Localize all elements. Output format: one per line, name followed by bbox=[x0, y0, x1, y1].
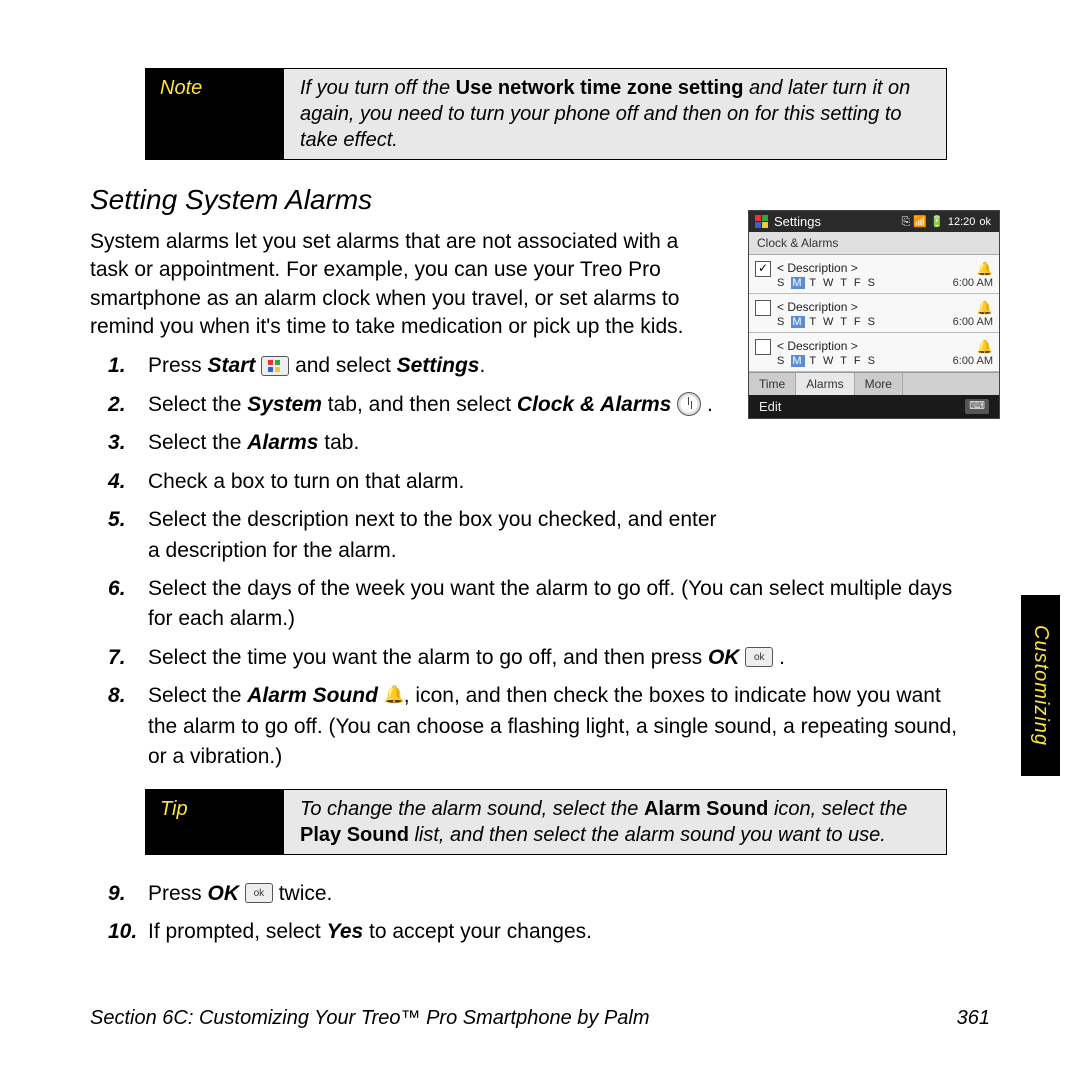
bell-icon[interactable]: 🔔 bbox=[977, 261, 993, 276]
page-number: 361 bbox=[957, 1007, 990, 1030]
note-callout: Note If you turn off the Use network tim… bbox=[145, 68, 947, 160]
alarm-days[interactable]: S M T W T F S bbox=[777, 316, 939, 328]
shot-ok[interactable]: ok bbox=[979, 216, 991, 228]
step-9: Press OK twice. bbox=[148, 879, 960, 909]
shot-subtitle: Clock & Alarms bbox=[749, 232, 999, 255]
step-6: Select the days of the week you want the… bbox=[148, 574, 960, 635]
shot-titlebar: Settings ⎘ 📶 🔋 12:20 ok bbox=[749, 211, 999, 232]
alarm-desc[interactable]: < Description > bbox=[777, 300, 939, 314]
alarm-checkbox[interactable] bbox=[755, 339, 771, 355]
alarm-time[interactable]: 6:00 AM bbox=[953, 316, 993, 328]
alarm-time[interactable]: 6:00 AM bbox=[953, 355, 993, 367]
shot-tabs: Time Alarms More bbox=[749, 372, 999, 395]
start-flag-icon bbox=[755, 215, 769, 229]
chapter-side-tab: Customizing bbox=[1021, 595, 1060, 776]
status-icons: ⎘ 📶 🔋 bbox=[902, 215, 944, 229]
alarm-sound-icon bbox=[384, 686, 404, 706]
step-8: Select the Alarm Sound , icon, and then … bbox=[148, 681, 960, 772]
alarm-checkbox[interactable]: ✓ bbox=[755, 261, 771, 277]
alarm-checkbox[interactable] bbox=[755, 300, 771, 316]
step-5: Select the description next to the box y… bbox=[148, 505, 718, 566]
footer-section: Section 6C: Customizing Your Treo™ Pro S… bbox=[90, 1007, 650, 1030]
device-screenshot: Settings ⎘ 📶 🔋 12:20 ok Clock & Alarms ✓… bbox=[748, 210, 1000, 419]
alarm-row[interactable]: ✓ < Description > S M T W T F S 🔔6:00 AM bbox=[749, 255, 999, 294]
step-3: Select the Alarms tab. bbox=[148, 428, 718, 458]
tip-body: To change the alarm sound, select the Al… bbox=[284, 790, 946, 854]
bell-icon[interactable]: 🔔 bbox=[977, 300, 993, 315]
alarm-desc[interactable]: < Description > bbox=[777, 339, 939, 353]
tab-time[interactable]: Time bbox=[749, 373, 796, 395]
tip-callout: Tip To change the alarm sound, select th… bbox=[145, 789, 947, 855]
alarm-time[interactable]: 6:00 AM bbox=[953, 277, 993, 289]
alarm-days[interactable]: S M T W T F S bbox=[777, 277, 939, 289]
tab-more[interactable]: More bbox=[855, 373, 903, 395]
alarm-days[interactable]: S M T W T F S bbox=[777, 355, 939, 367]
note-body: If you turn off the Use network time zon… bbox=[284, 69, 946, 159]
alarm-desc[interactable]: < Description > bbox=[777, 261, 939, 275]
alarm-row[interactable]: < Description > S M T W T F S 🔔6:00 AM bbox=[749, 294, 999, 333]
shot-menubar: Edit ⌨ bbox=[749, 395, 999, 418]
clock-alarms-icon bbox=[677, 392, 701, 416]
menu-edit[interactable]: Edit bbox=[759, 399, 781, 414]
shot-clock: 12:20 bbox=[948, 216, 976, 228]
step-4: Check a box to turn on that alarm. bbox=[148, 467, 718, 497]
intro-paragraph: System alarms let you set alarms that ar… bbox=[90, 228, 720, 341]
keyboard-icon[interactable]: ⌨ bbox=[965, 399, 989, 414]
start-icon bbox=[261, 356, 289, 376]
alarm-row[interactable]: < Description > S M T W T F S 🔔6:00 AM bbox=[749, 333, 999, 372]
step-7: Select the time you want the alarm to go… bbox=[148, 643, 960, 673]
shot-title: Settings bbox=[774, 214, 821, 229]
ok-key-icon bbox=[745, 647, 773, 667]
step-2: Select the System tab, and then select C… bbox=[148, 390, 718, 420]
step-1: Press Start and select Settings. bbox=[148, 351, 718, 381]
tab-alarms[interactable]: Alarms bbox=[796, 373, 854, 395]
tip-label: Tip bbox=[146, 790, 284, 854]
note-label: Note bbox=[146, 69, 284, 159]
ok-key-icon-2 bbox=[245, 883, 273, 903]
step-10: If prompted, select Yes to accept your c… bbox=[148, 917, 960, 947]
steps-list-cont: Press OK twice. If prompted, select Yes … bbox=[90, 879, 960, 948]
bell-icon[interactable]: 🔔 bbox=[977, 339, 993, 354]
page-footer: Section 6C: Customizing Your Treo™ Pro S… bbox=[90, 1007, 990, 1030]
